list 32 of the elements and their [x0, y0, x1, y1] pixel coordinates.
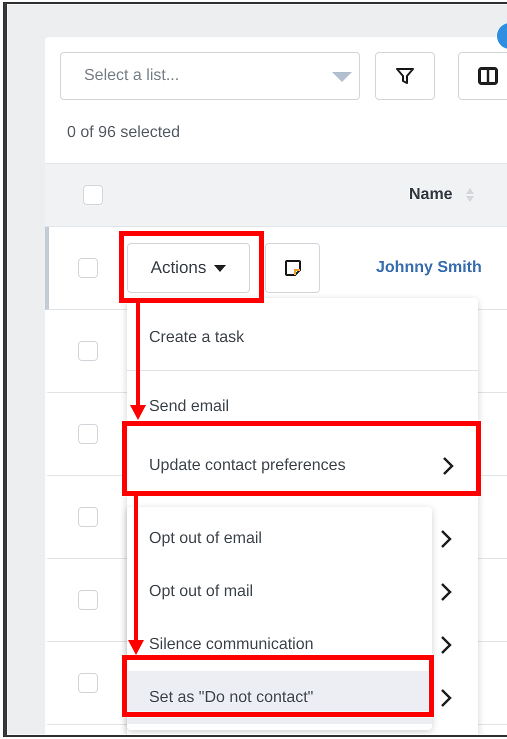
actions-button[interactable]: Actions	[127, 243, 250, 293]
row-checkbox[interactable]	[78, 507, 98, 527]
caret-icon	[214, 264, 226, 272]
chevron-right-icon	[440, 634, 452, 654]
chevron-right-icon	[440, 688, 452, 708]
row-checkbox[interactable]	[78, 341, 98, 361]
submenu-option[interactable]: Set as "Do not contact"	[127, 671, 432, 724]
columns-button[interactable]	[458, 52, 507, 100]
sort-icon[interactable]	[464, 187, 475, 203]
row-checkbox[interactable]	[78, 424, 98, 444]
filter-button[interactable]	[375, 52, 435, 100]
menu-item[interactable]: Create a task	[127, 305, 478, 371]
list-select[interactable]: Select a list...	[60, 52, 360, 100]
filter-icon	[395, 66, 415, 86]
column-header[interactable]: Name	[409, 183, 453, 207]
row-checkbox[interactable]	[78, 673, 98, 693]
note-button[interactable]	[265, 243, 320, 293]
note-icon	[284, 259, 302, 277]
submenu-option[interactable]: Opt out of email	[127, 512, 432, 565]
submenu-item[interactable]: Update contact preferences	[127, 437, 478, 495]
select-all-checkbox[interactable]	[83, 185, 103, 205]
row-checkbox[interactable]	[78, 258, 98, 278]
submenu-option[interactable]: Opt out of mail	[127, 565, 432, 618]
selection-count: 0 of 96 selected	[67, 123, 180, 143]
chevron-right-icon	[440, 582, 452, 602]
dropdown-caret-icon	[332, 72, 352, 82]
menu-item[interactable]: Send email	[127, 377, 478, 437]
row-checkbox[interactable]	[78, 590, 98, 610]
chevron-right-icon	[442, 456, 454, 476]
chevron-right-icon	[440, 528, 452, 548]
contact-name-link[interactable]: Johnny Smith	[376, 256, 482, 280]
columns-icon	[478, 67, 498, 85]
